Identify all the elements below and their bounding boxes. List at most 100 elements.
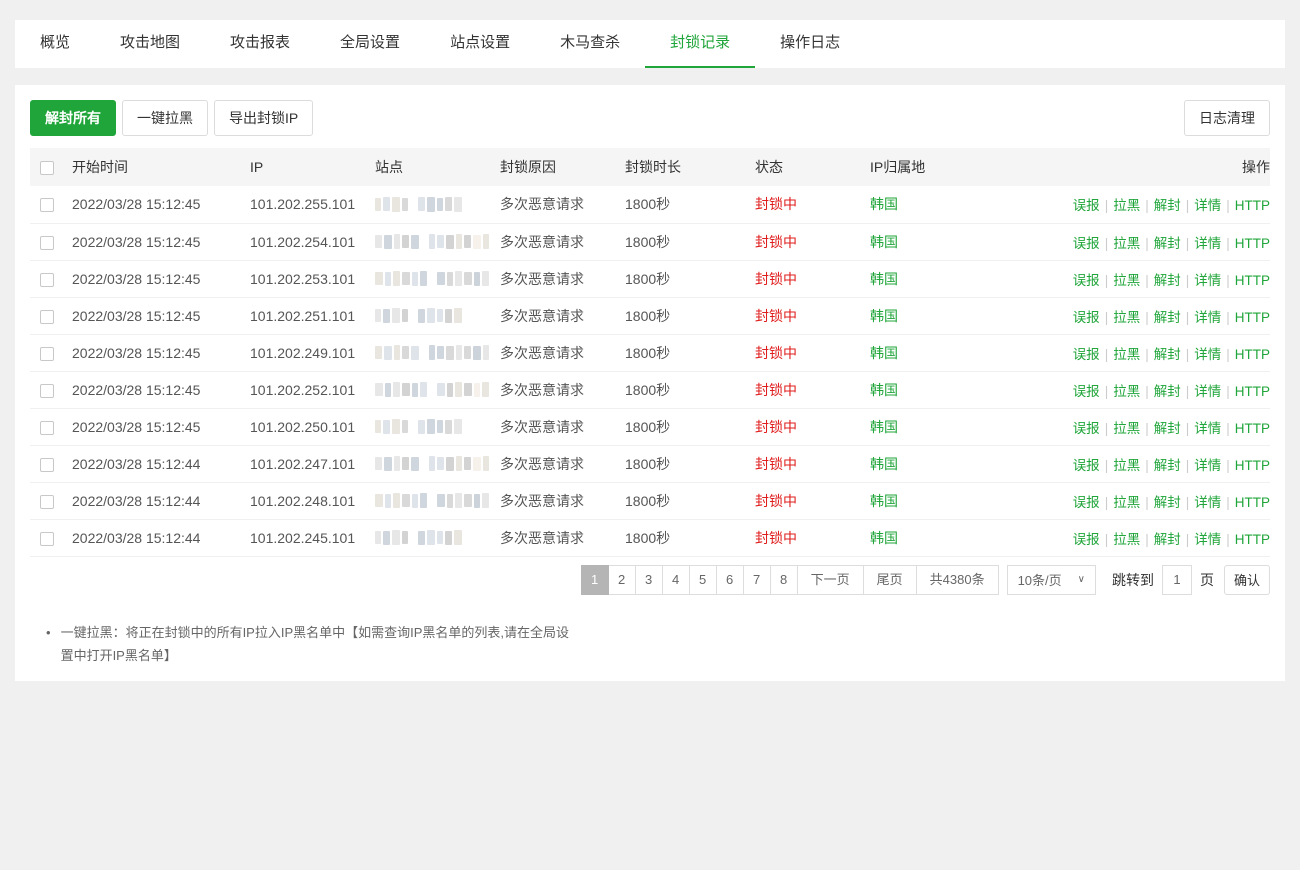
action-misreport[interactable]: 误报 <box>1073 310 1100 325</box>
row-checkbox[interactable] <box>40 273 54 287</box>
action-unblock[interactable]: 解封 <box>1154 421 1181 436</box>
action-http[interactable]: HTTP <box>1235 347 1270 362</box>
page-1[interactable]: 1 <box>581 565 609 595</box>
action-misreport[interactable]: 误报 <box>1073 273 1100 288</box>
action-unblock[interactable]: 解封 <box>1154 198 1181 213</box>
action-misreport[interactable]: 误报 <box>1073 495 1100 510</box>
action-detail[interactable]: 详情 <box>1194 495 1221 510</box>
action-detail[interactable]: 详情 <box>1194 347 1221 362</box>
row-checkbox[interactable] <box>40 532 54 546</box>
row-checkbox[interactable] <box>40 347 54 361</box>
page-3[interactable]: 3 <box>635 565 663 595</box>
action-detail[interactable]: 详情 <box>1194 310 1221 325</box>
cell-location: 韩国 <box>870 260 1045 297</box>
page-8[interactable]: 8 <box>770 565 798 595</box>
page-7[interactable]: 7 <box>743 565 771 595</box>
tab-trojan-scan[interactable]: 木马查杀 <box>535 20 645 68</box>
action-misreport[interactable]: 误报 <box>1073 198 1100 213</box>
action-http[interactable]: HTTP <box>1235 236 1270 251</box>
cell-reason: 多次恶意请求 <box>500 223 625 260</box>
tab-attack-report[interactable]: 攻击报表 <box>205 20 315 68</box>
action-blacklist[interactable]: 拉黑 <box>1113 495 1140 510</box>
action-http[interactable]: HTTP <box>1235 495 1270 510</box>
column-header: 状态 <box>755 148 870 186</box>
page-size-select[interactable]: 10条/页 ∨ <box>1007 565 1096 595</box>
action-misreport[interactable]: 误报 <box>1073 347 1100 362</box>
column-header: 封锁时长 <box>625 148 755 186</box>
action-separator: | <box>1140 384 1154 399</box>
action-http[interactable]: HTTP <box>1235 198 1270 213</box>
action-unblock[interactable]: 解封 <box>1154 458 1181 473</box>
cell-duration: 1800秒 <box>625 260 755 297</box>
cell-location: 韩国 <box>870 408 1045 445</box>
action-blacklist[interactable]: 拉黑 <box>1113 198 1140 213</box>
row-checkbox[interactable] <box>40 310 54 324</box>
action-misreport[interactable]: 误报 <box>1073 532 1100 547</box>
action-http[interactable]: HTTP <box>1235 310 1270 325</box>
tab-block-records[interactable]: 封锁记录 <box>645 20 755 68</box>
cell-reason: 多次恶意请求 <box>500 408 625 445</box>
action-http[interactable]: HTTP <box>1235 421 1270 436</box>
tab-overview[interactable]: 概览 <box>15 20 95 68</box>
action-detail[interactable]: 详情 <box>1194 421 1221 436</box>
row-checkbox[interactable] <box>40 236 54 250</box>
action-http[interactable]: HTTP <box>1235 458 1270 473</box>
action-detail[interactable]: 详情 <box>1194 273 1221 288</box>
action-blacklist[interactable]: 拉黑 <box>1113 421 1140 436</box>
action-unblock[interactable]: 解封 <box>1154 347 1181 362</box>
action-blacklist[interactable]: 拉黑 <box>1113 532 1140 547</box>
action-detail[interactable]: 详情 <box>1194 384 1221 399</box>
action-detail[interactable]: 详情 <box>1194 458 1221 473</box>
last-page-button[interactable]: 尾页 <box>863 565 917 595</box>
cell-start-time: 2022/03/28 15:12:45 <box>72 408 250 445</box>
export-blocked-ip-button[interactable]: 导出封锁IP <box>214 100 313 136</box>
action-blacklist[interactable]: 拉黑 <box>1113 458 1140 473</box>
action-blacklist[interactable]: 拉黑 <box>1113 236 1140 251</box>
row-checkbox[interactable] <box>40 421 54 435</box>
jump-page-input[interactable] <box>1162 565 1192 595</box>
tab-global-settings[interactable]: 全局设置 <box>315 20 425 68</box>
action-separator: | <box>1181 384 1195 399</box>
page-5[interactable]: 5 <box>689 565 717 595</box>
row-checkbox[interactable] <box>40 384 54 398</box>
row-checkbox[interactable] <box>40 458 54 472</box>
select-all-checkbox[interactable] <box>40 161 54 175</box>
page-2[interactable]: 2 <box>608 565 636 595</box>
action-blacklist[interactable]: 拉黑 <box>1113 273 1140 288</box>
action-detail[interactable]: 详情 <box>1194 198 1221 213</box>
tab-operation-log[interactable]: 操作日志 <box>755 20 865 68</box>
action-blacklist[interactable]: 拉黑 <box>1113 347 1140 362</box>
action-blacklist[interactable]: 拉黑 <box>1113 310 1140 325</box>
log-clean-button[interactable]: 日志清理 <box>1184 100 1270 136</box>
action-unblock[interactable]: 解封 <box>1154 236 1181 251</box>
page-4[interactable]: 4 <box>662 565 690 595</box>
action-unblock[interactable]: 解封 <box>1154 532 1181 547</box>
action-unblock[interactable]: 解封 <box>1154 273 1181 288</box>
action-separator: | <box>1221 310 1235 325</box>
cell-duration: 1800秒 <box>625 519 755 556</box>
action-unblock[interactable]: 解封 <box>1154 495 1181 510</box>
confirm-button[interactable]: 确认 <box>1224 565 1270 595</box>
action-misreport[interactable]: 误报 <box>1073 421 1100 436</box>
action-unblock[interactable]: 解封 <box>1154 310 1181 325</box>
action-misreport[interactable]: 误报 <box>1073 458 1100 473</box>
blacklist-all-button[interactable]: 一键拉黑 <box>122 100 208 136</box>
next-page-button[interactable]: 下一页 <box>797 565 864 595</box>
tab-attack-map[interactable]: 攻击地图 <box>95 20 205 68</box>
row-checkbox[interactable] <box>40 198 54 212</box>
action-misreport[interactable]: 误报 <box>1073 236 1100 251</box>
action-unblock[interactable]: 解封 <box>1154 384 1181 399</box>
cell-status: 封锁中 <box>755 186 870 223</box>
unblock-all-button[interactable]: 解封所有 <box>30 100 116 136</box>
page-6[interactable]: 6 <box>716 565 744 595</box>
action-http[interactable]: HTTP <box>1235 532 1270 547</box>
action-detail[interactable]: 详情 <box>1194 236 1221 251</box>
site-redacted <box>375 530 500 545</box>
row-checkbox[interactable] <box>40 495 54 509</box>
action-misreport[interactable]: 误报 <box>1073 384 1100 399</box>
action-detail[interactable]: 详情 <box>1194 532 1221 547</box>
action-blacklist[interactable]: 拉黑 <box>1113 384 1140 399</box>
action-http[interactable]: HTTP <box>1235 384 1270 399</box>
action-http[interactable]: HTTP <box>1235 273 1270 288</box>
tab-site-settings[interactable]: 站点设置 <box>425 20 535 68</box>
